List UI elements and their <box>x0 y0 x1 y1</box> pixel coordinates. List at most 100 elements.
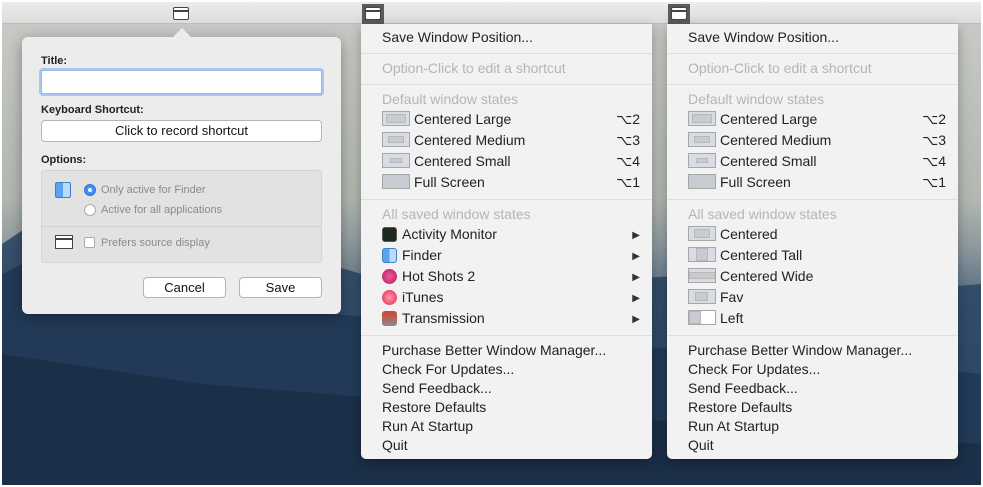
shortcut-full-screen: ⌥1 <box>922 174 946 190</box>
menu-separator <box>361 199 652 200</box>
menu-restore-defaults[interactable]: Restore Defaults <box>382 399 486 415</box>
menu-saved-centered-tall[interactable]: Centered Tall <box>720 247 802 263</box>
menu-activity-monitor[interactable]: Activity Monitor <box>402 226 497 242</box>
keyboard-shortcut-label: Keyboard Shortcut: <box>41 104 144 116</box>
centered-medium-thumbnail <box>382 132 410 147</box>
menu-check-updates[interactable]: Check For Updates... <box>688 361 820 377</box>
menu-bar <box>2 2 981 24</box>
menu-quit[interactable]: Quit <box>688 437 714 453</box>
menu-purchase[interactable]: Purchase Better Window Manager... <box>382 342 606 358</box>
menu-full-screen[interactable]: Full Screen <box>720 174 791 190</box>
all-apps-label: Active for all applications <box>101 204 223 216</box>
menu-restore-defaults[interactable]: Restore Defaults <box>688 399 792 415</box>
menu-centered-medium[interactable]: Centered Medium <box>720 132 831 148</box>
menu-run-at-startup[interactable]: Run At Startup <box>382 418 473 434</box>
menu-saved-centered-wide[interactable]: Centered Wide <box>720 268 813 284</box>
cancel-button[interactable]: Cancel <box>143 277 226 298</box>
menu-separator <box>667 199 958 200</box>
submenu-arrow-icon: ▶ <box>632 251 640 262</box>
menu-quit[interactable]: Quit <box>382 437 408 453</box>
options-box: Only active for Finder Active for all ap… <box>41 170 322 263</box>
menu-separator <box>361 84 652 85</box>
record-shortcut-button[interactable]: Click to record shortcut <box>41 120 322 142</box>
shortcut-full-screen: ⌥1 <box>616 174 640 190</box>
finder-icon <box>382 248 397 263</box>
options-label: Options: <box>41 154 87 166</box>
full-screen-thumbnail <box>382 174 410 189</box>
menu-check-updates[interactable]: Check For Updates... <box>382 361 514 377</box>
menu-transmission[interactable]: Transmission <box>402 310 485 326</box>
menu-save-window-position[interactable]: Save Window Position... <box>688 29 839 45</box>
display-window-icon <box>55 235 73 249</box>
menu-send-feedback[interactable]: Send Feedback... <box>382 380 492 396</box>
centered-thumbnail <box>688 226 716 241</box>
left-thumbnail <box>688 310 716 325</box>
menu-separator <box>667 53 958 54</box>
centered-small-thumbnail <box>688 153 716 168</box>
menu-centered-large[interactable]: Centered Large <box>720 111 817 127</box>
full-screen-thumbnail <box>688 174 716 189</box>
shortcut-centered-small: ⌥4 <box>616 153 640 169</box>
menu-itunes[interactable]: iTunes <box>402 289 444 305</box>
shortcut-centered-large: ⌥2 <box>922 111 946 127</box>
title-input[interactable] <box>41 70 322 94</box>
shortcut-centered-medium: ⌥3 <box>616 132 640 148</box>
submenu-arrow-icon: ▶ <box>632 272 640 283</box>
window-manager-status-icon[interactable] <box>365 7 381 20</box>
prefers-source-label: Prefers source display <box>101 237 210 249</box>
menu-separator <box>361 53 652 54</box>
menu-centered-small[interactable]: Centered Small <box>414 153 511 169</box>
menu-run-at-startup[interactable]: Run At Startup <box>688 418 779 434</box>
menu-hot-shots-2[interactable]: Hot Shots 2 <box>402 268 475 284</box>
menu-centered-small[interactable]: Centered Small <box>720 153 817 169</box>
menu-save-window-position[interactable]: Save Window Position... <box>382 29 533 45</box>
menu-purchase[interactable]: Purchase Better Window Manager... <box>688 342 912 358</box>
save-button[interactable]: Save <box>239 277 322 298</box>
menu-option-click-hint: Option-Click to edit a shortcut <box>382 60 566 76</box>
options-divider <box>42 226 321 227</box>
popover-arrow <box>173 28 191 37</box>
menu-finder[interactable]: Finder <box>402 247 442 263</box>
all-apps-radio[interactable] <box>84 204 96 216</box>
shortcut-centered-medium: ⌥3 <box>922 132 946 148</box>
fav-thumbnail <box>688 289 716 304</box>
menu-saved-fav[interactable]: Fav <box>720 289 743 305</box>
shortcut-centered-large: ⌥2 <box>616 111 640 127</box>
submenu-arrow-icon: ▶ <box>632 230 640 241</box>
menu-saved-left[interactable]: Left <box>720 310 743 326</box>
centered-large-thumbnail <box>382 111 410 126</box>
window-manager-status-icon[interactable] <box>173 7 189 20</box>
transmission-icon <box>382 311 397 326</box>
centered-medium-thumbnail <box>688 132 716 147</box>
menu-default-header: Default window states <box>382 91 519 107</box>
menu-send-feedback[interactable]: Send Feedback... <box>688 380 798 396</box>
window-manager-status-icon[interactable] <box>671 7 687 20</box>
menu-separator <box>361 335 652 336</box>
shortcut-centered-small: ⌥4 <box>922 153 946 169</box>
menu-centered-medium[interactable]: Centered Medium <box>414 132 525 148</box>
centered-large-thumbnail <box>688 111 716 126</box>
itunes-icon <box>382 290 397 305</box>
menu-separator <box>667 335 958 336</box>
menu-centered-large[interactable]: Centered Large <box>414 111 511 127</box>
menu-separator <box>667 84 958 85</box>
centered-tall-thumbnail <box>688 247 716 262</box>
hot-shots-icon <box>382 269 397 284</box>
only-finder-radio[interactable] <box>84 184 96 196</box>
finder-icon <box>55 182 71 198</box>
menu-full-screen[interactable]: Full Screen <box>414 174 485 190</box>
activity-monitor-icon <box>382 227 397 242</box>
prefers-source-checkbox[interactable] <box>84 237 95 248</box>
centered-wide-thumbnail <box>688 268 716 283</box>
centered-small-thumbnail <box>382 153 410 168</box>
status-menu-apps: Save Window Position... Option-Click to … <box>361 24 652 459</box>
menu-option-click-hint: Option-Click to edit a shortcut <box>688 60 872 76</box>
menu-default-header: Default window states <box>688 91 825 107</box>
only-finder-label: Only active for Finder <box>101 184 206 196</box>
status-menu-saved: Save Window Position... Option-Click to … <box>667 24 958 459</box>
submenu-arrow-icon: ▶ <box>632 293 640 304</box>
shortcut-popover: Title: Keyboard Shortcut: Click to recor… <box>22 28 341 314</box>
menu-saved-header: All saved window states <box>688 206 837 222</box>
menu-saved-centered[interactable]: Centered <box>720 226 778 242</box>
submenu-arrow-icon: ▶ <box>632 314 640 325</box>
